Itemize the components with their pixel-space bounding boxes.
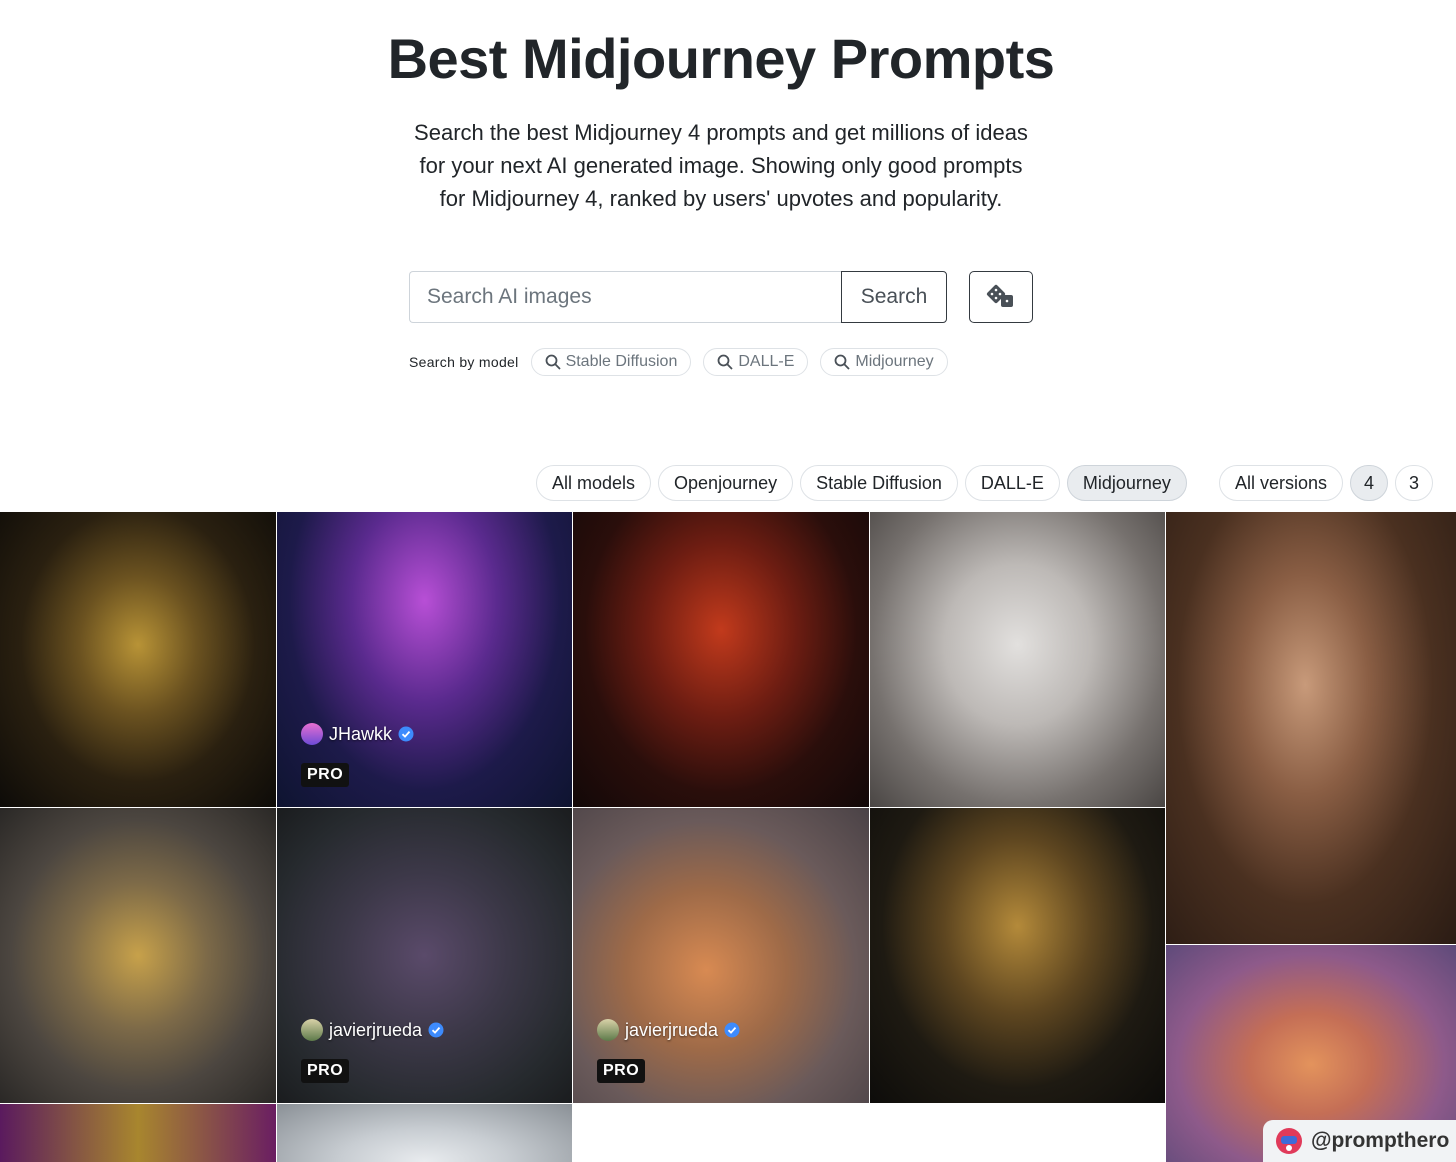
- prompthero-logo-icon: [1276, 1128, 1302, 1154]
- search-model-stable-diffusion[interactable]: Stable Diffusion: [530, 348, 692, 376]
- model-pill-label: DALL-E: [738, 353, 795, 370]
- search-icon: [834, 354, 851, 370]
- author-name: javierjrueda: [625, 1019, 719, 1040]
- avatar: [301, 1019, 323, 1041]
- gallery-image[interactable]: [0, 808, 276, 1103]
- gallery-image[interactable]: javierjrueda PRO: [573, 808, 869, 1103]
- gallery-image[interactable]: [0, 1104, 276, 1162]
- gallery-image[interactable]: [1166, 512, 1456, 944]
- model-pill-label: Stable Diffusion: [565, 353, 678, 370]
- search-bar: Search: [409, 271, 947, 323]
- gallery-image[interactable]: javierjrueda PRO: [277, 808, 572, 1103]
- author-badge[interactable]: JHawkk: [301, 723, 414, 745]
- filter-midjourney[interactable]: Midjourney: [1066, 465, 1187, 501]
- model-pill-label: Midjourney: [855, 353, 934, 370]
- model-filter-group: All models Openjourney Stable Diffusion …: [536, 465, 1194, 501]
- verified-icon: [724, 1022, 740, 1038]
- page-title: Best Midjourney Prompts: [387, 27, 1055, 90]
- search-icon: [717, 354, 733, 370]
- filter-dall-e[interactable]: DALL-E: [964, 465, 1060, 501]
- filter-all-versions[interactable]: All versions: [1219, 465, 1344, 501]
- search-by-model-label: Search by model: [409, 354, 519, 370]
- search-model-dall-e[interactable]: DALL-E: [703, 348, 809, 376]
- gallery-image[interactable]: [573, 512, 869, 807]
- verified-icon: [428, 1022, 444, 1038]
- author-name: javierjrueda: [329, 1019, 423, 1040]
- search-by-model-row: Search by model Stable Diffusion DALL-E …: [409, 348, 960, 376]
- search-model-midjourney[interactable]: Midjourney: [820, 348, 948, 376]
- author-name: JHawkk: [329, 723, 393, 744]
- random-prompt-button[interactable]: [969, 271, 1033, 323]
- pro-badge: PRO: [301, 763, 350, 787]
- prompthero-watermark: @prompthero: [1263, 1120, 1456, 1162]
- dice-icon: [986, 284, 1013, 307]
- filter-stable-diffusion[interactable]: Stable Diffusion: [800, 465, 958, 501]
- author-badge[interactable]: javierjrueda: [301, 1019, 444, 1041]
- version-filter-group: All versions 4 3: [1219, 465, 1440, 501]
- gallery-image[interactable]: [870, 808, 1165, 1103]
- gallery-image[interactable]: JHawkk PRO: [277, 512, 572, 807]
- watermark-text: @prompthero: [1311, 1129, 1450, 1152]
- gallery-image[interactable]: [0, 512, 276, 807]
- search-input[interactable]: [409, 271, 841, 323]
- filter-all-models[interactable]: All models: [536, 465, 652, 501]
- page-subtitle: Search the best Midjourney 4 prompts and…: [414, 120, 1028, 211]
- verified-icon: [398, 726, 414, 742]
- pro-badge: PRO: [301, 1059, 350, 1083]
- avatar: [597, 1019, 619, 1041]
- filter-version-3[interactable]: 3: [1395, 465, 1434, 501]
- avatar: [301, 723, 323, 745]
- gallery-image[interactable]: [870, 512, 1165, 807]
- gallery-image[interactable]: [277, 1104, 572, 1162]
- search-button[interactable]: Search: [841, 271, 947, 323]
- filter-openjourney[interactable]: Openjourney: [658, 465, 794, 501]
- pro-badge: PRO: [597, 1059, 646, 1083]
- search-icon: [545, 354, 561, 370]
- filter-version-4[interactable]: 4: [1350, 465, 1389, 501]
- author-badge[interactable]: javierjrueda: [597, 1019, 740, 1041]
